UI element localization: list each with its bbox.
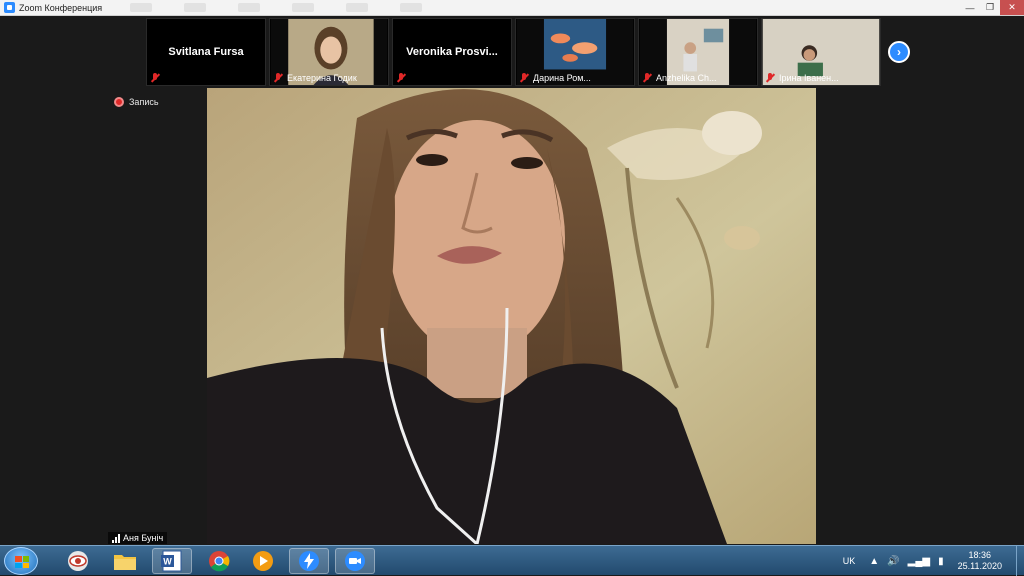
participant-tile[interactable]: Дарина Ром... bbox=[515, 18, 635, 86]
window-controls: — ❐ ✕ bbox=[960, 0, 1024, 15]
taskbar-file-explorer[interactable] bbox=[105, 548, 145, 574]
start-button[interactable] bbox=[4, 547, 38, 575]
title-bar-ghost-icons bbox=[130, 3, 422, 12]
record-icon bbox=[114, 97, 124, 107]
language-indicator[interactable]: UK bbox=[843, 556, 856, 566]
tile-footer bbox=[147, 71, 160, 85]
participant-tile[interactable]: Svitlana Fursa bbox=[146, 18, 266, 86]
chrome-icon bbox=[209, 551, 230, 572]
recording-indicator[interactable]: Запись bbox=[114, 97, 159, 107]
taskbar-word[interactable]: W bbox=[152, 548, 192, 574]
word-icon: W bbox=[161, 550, 182, 572]
participant-tile[interactable]: Ірина Іванен... bbox=[761, 18, 881, 86]
media-player-icon bbox=[253, 551, 273, 571]
signal-strength-icon bbox=[112, 533, 120, 543]
mic-muted-icon bbox=[642, 73, 652, 83]
taskbar-zoom-bolt[interactable] bbox=[289, 548, 329, 574]
taskbar-zoom[interactable] bbox=[335, 548, 375, 574]
window-title: Zoom Конференция bbox=[19, 2, 103, 13]
windows-logo-icon bbox=[15, 556, 29, 568]
taskbar-chrome[interactable] bbox=[199, 548, 239, 574]
network-signal-icon[interactable]: ▂▄▆ bbox=[908, 556, 930, 567]
tile-footer: Ірина Іванен... bbox=[762, 71, 839, 85]
participant-name: Дарина Ром... bbox=[533, 73, 591, 83]
ghost-icon bbox=[346, 3, 368, 12]
minimize-button[interactable]: — bbox=[960, 0, 980, 15]
clock-time: 18:36 bbox=[968, 550, 992, 560]
active-speaker-video bbox=[207, 88, 816, 544]
participant-name: Екатерина Годик bbox=[287, 73, 357, 83]
speaker-video-frame bbox=[207, 88, 816, 544]
tile-footer bbox=[393, 71, 406, 85]
title-bar: Zoom Конференция — ❐ ✕ bbox=[0, 0, 1024, 16]
folder-icon bbox=[114, 555, 136, 570]
active-speaker-label: Аня Бунiч bbox=[108, 532, 168, 544]
participant-tile[interactable]: Екатерина Годик bbox=[269, 18, 389, 86]
tile-footer: Екатерина Годик bbox=[270, 71, 357, 85]
mic-muted-icon bbox=[396, 73, 406, 83]
ghost-icon bbox=[292, 3, 314, 12]
mic-muted-icon bbox=[273, 73, 283, 83]
participant-name: Ірина Іванен... bbox=[779, 73, 839, 83]
windows-taskbar: W UK ▲ 🔊 ▂▄▆ ▮ 18:36 25.11.2020 bbox=[0, 545, 1024, 576]
participant-tile[interactable]: Anzhelika Ch... bbox=[638, 18, 758, 86]
next-page-button[interactable]: › bbox=[888, 41, 910, 63]
participant-name: Anzhelika Ch... bbox=[656, 73, 717, 83]
zoom-window: Zoom Конференция — ❐ ✕ Svitlana Fursa Ек… bbox=[0, 0, 1024, 576]
volume-icon[interactable]: 🔊 bbox=[887, 556, 899, 567]
eye-shield-icon bbox=[68, 551, 88, 571]
speaker-name: Аня Бунiч bbox=[123, 533, 164, 543]
clock[interactable]: 18:36 25.11.2020 bbox=[958, 550, 1002, 572]
recording-label: Запись bbox=[129, 97, 159, 107]
chevron-right-icon: › bbox=[897, 45, 901, 59]
participant-strip: Svitlana Fursa Екатерина Годик Veronika … bbox=[146, 18, 881, 86]
ghost-icon bbox=[130, 3, 152, 12]
clock-date: 25.11.2020 bbox=[957, 561, 1002, 571]
tile-footer: Дарина Ром... bbox=[516, 71, 591, 85]
ghost-icon bbox=[184, 3, 206, 12]
mic-muted-icon bbox=[765, 73, 775, 83]
battery-icon[interactable]: ▮ bbox=[938, 556, 944, 567]
participant-name-large: Veronika Prosvi... bbox=[406, 46, 498, 58]
taskbar-security-app[interactable] bbox=[58, 548, 98, 574]
taskbar-media-player[interactable] bbox=[243, 548, 283, 574]
participant-tile[interactable]: Veronika Prosvi... bbox=[392, 18, 512, 86]
maximize-button[interactable]: ❐ bbox=[980, 0, 1000, 15]
show-desktop-button[interactable] bbox=[1016, 546, 1024, 576]
ghost-icon bbox=[400, 3, 422, 12]
mic-muted-icon bbox=[150, 73, 160, 83]
lightning-icon bbox=[299, 551, 319, 571]
participant-name-large: Svitlana Fursa bbox=[168, 46, 244, 58]
svg-text:W: W bbox=[163, 557, 172, 567]
close-button[interactable]: ✕ bbox=[1000, 0, 1024, 15]
system-tray: UK ▲ 🔊 ▂▄▆ ▮ 18:36 25.11.2020 bbox=[843, 546, 1024, 576]
mic-muted-icon bbox=[519, 73, 529, 83]
show-hidden-icons-icon[interactable]: ▲ bbox=[869, 556, 879, 567]
ghost-icon bbox=[238, 3, 260, 12]
zoom-app-icon bbox=[4, 2, 15, 13]
tile-footer: Anzhelika Ch... bbox=[639, 71, 717, 85]
zoom-camera-icon bbox=[345, 551, 365, 571]
